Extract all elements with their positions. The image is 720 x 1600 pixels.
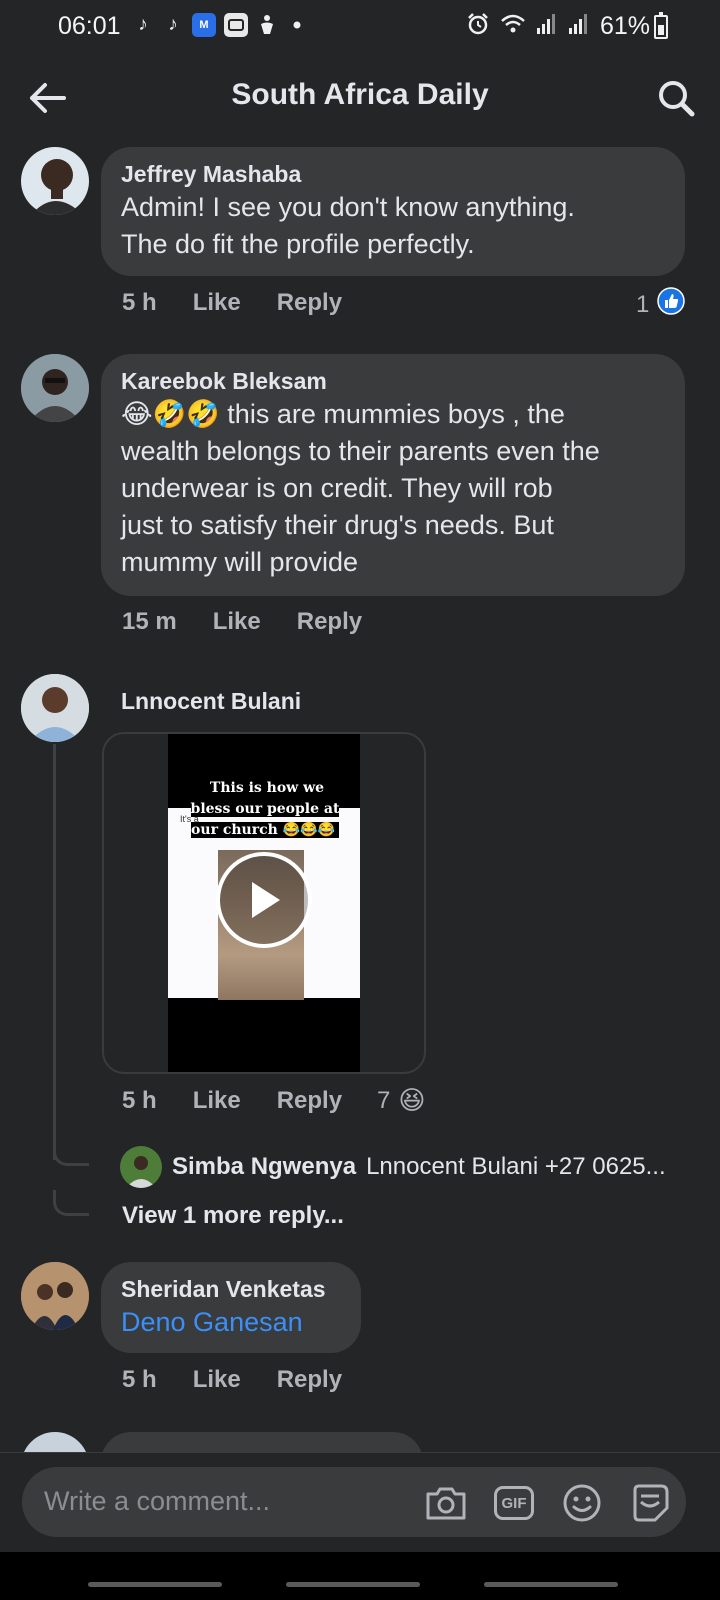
- reply-button[interactable]: Reply: [277, 1366, 342, 1394]
- movies-app-icon: M: [192, 13, 216, 37]
- gallery-icon: [224, 13, 248, 37]
- gif-button[interactable]: GIF: [490, 1479, 538, 1527]
- camera-icon: [426, 1487, 466, 1520]
- like-button[interactable]: Like: [193, 1366, 241, 1394]
- tiktok-icon: ♪: [168, 14, 178, 35]
- system-nav-bar: [0, 1552, 720, 1600]
- video-thumbnail: It's a This is how we bless our people a…: [168, 734, 360, 1072]
- comment-text-line: 😂🤣🤣 this are mummies boys , the: [121, 396, 665, 433]
- view-more-replies-link[interactable]: View 1 more reply...: [122, 1202, 344, 1230]
- thread-line: [53, 744, 56, 1160]
- home-button[interactable]: [286, 1582, 420, 1587]
- comment-bubble: Kareebok Bleksam 😂🤣🤣 this are mummies bo…: [101, 354, 685, 596]
- comment-input[interactable]: Write a comment... GIF: [22, 1467, 686, 1537]
- alarm-icon: [466, 12, 490, 41]
- comment-author[interactable]: Jeffrey Mashaba: [121, 159, 665, 189]
- avatar[interactable]: [21, 147, 89, 215]
- comment-actions: 5 h Like Reply: [122, 289, 342, 317]
- comment-input-placeholder: Write a comment...: [44, 1486, 271, 1516]
- comment-actions: 5 h Like Reply: [122, 1087, 342, 1115]
- comment-time: 5 h: [122, 1087, 157, 1114]
- comment-text: just to satisfy their drug's needs. But: [121, 510, 554, 540]
- comment-bubble: Sheridan Venketas Deno Ganesan: [101, 1262, 361, 1353]
- reply-author[interactable]: Simba Ngwenya: [172, 1153, 356, 1181]
- emoji-icon: [563, 1484, 601, 1522]
- comment-actions: 5 h Like Reply: [122, 1366, 342, 1394]
- haha-reaction-icon: 😆: [398, 1085, 426, 1115]
- reaction-number: 1: [636, 290, 650, 318]
- status-right: 61%: [466, 12, 650, 41]
- sticker-icon: [633, 1484, 669, 1522]
- page-title: South Africa Daily: [231, 78, 489, 111]
- gif-icon: GIF: [494, 1486, 534, 1520]
- recent-apps-button[interactable]: [88, 1582, 222, 1587]
- signal-icon: [568, 13, 590, 40]
- avatar[interactable]: [21, 1262, 89, 1330]
- avatar[interactable]: [120, 1146, 162, 1188]
- app-bar: South Africa Daily: [0, 60, 720, 136]
- video-caption: This is how we bless our people at our c…: [190, 780, 340, 838]
- comment-text: mummy will provide: [121, 547, 359, 577]
- mention-link[interactable]: Deno Ganesan: [121, 1304, 341, 1341]
- wifi-icon: [500, 13, 526, 40]
- accessibility-icon: [256, 12, 278, 38]
- reply-button[interactable]: Reply: [277, 289, 342, 317]
- back-system-button[interactable]: [484, 1582, 618, 1587]
- comment-bubble: [101, 1432, 423, 1452]
- comment-time: 15 m: [122, 608, 177, 635]
- more-notifications-dot-icon: [286, 12, 308, 38]
- search-button[interactable]: [652, 74, 700, 122]
- comment-actions: 15 m Like Reply: [122, 608, 362, 636]
- camera-button[interactable]: [422, 1479, 470, 1527]
- reaction-number: 7: [377, 1086, 391, 1114]
- emoji-button[interactable]: [558, 1479, 606, 1527]
- reply-button[interactable]: Reply: [297, 608, 362, 636]
- comment-text: underwear is on credit. They will rob: [121, 473, 553, 503]
- reply-button[interactable]: Reply: [277, 1087, 342, 1115]
- next-comment-preview: [0, 1430, 720, 1452]
- comment-text: this are mummies boys , the: [219, 399, 565, 429]
- comment-time: 5 h: [122, 289, 157, 316]
- comment-author[interactable]: Sheridan Venketas: [121, 1274, 341, 1304]
- comment-author[interactable]: Lnnocent Bulani: [121, 686, 301, 716]
- battery-icon: [654, 12, 668, 39]
- tiktok-icon: ♪: [138, 14, 148, 35]
- notification-icons: ♪ ♪ M: [132, 12, 308, 38]
- video-attachment[interactable]: It's a This is how we bless our people a…: [102, 732, 426, 1074]
- thread-connector: [53, 1140, 89, 1166]
- comment-composer: Write a comment... GIF: [0, 1452, 720, 1552]
- thread-connector: [53, 1190, 89, 1216]
- play-icon: [252, 882, 280, 918]
- status-time: 06:01: [58, 12, 121, 40]
- comment-text: The do fit the profile perfectly.: [121, 229, 475, 259]
- laughing-emoji: 😂🤣🤣: [121, 399, 220, 429]
- battery-percent: 61%: [599, 12, 650, 40]
- comment-time: 5 h: [122, 1366, 157, 1393]
- comment-author[interactable]: Kareebok Bleksam: [121, 366, 665, 396]
- reaction-count[interactable]: 1: [636, 287, 686, 322]
- like-button[interactable]: Like: [193, 1087, 241, 1115]
- like-reaction-icon: [657, 287, 686, 322]
- search-icon: [659, 81, 695, 117]
- like-button[interactable]: Like: [213, 608, 261, 636]
- avatar[interactable]: [21, 674, 89, 742]
- status-bar: 06:01 ♪ ♪ M 61%: [0, 0, 720, 54]
- like-button[interactable]: Like: [193, 289, 241, 317]
- nested-reply[interactable]: Simba Ngwenya Lnnocent Bulani +27 0625..…: [120, 1146, 710, 1188]
- comment-text: wealth belongs to their parents even the: [121, 436, 600, 466]
- avatar: [21, 1432, 89, 1452]
- reaction-count[interactable]: 7 😆: [377, 1085, 425, 1116]
- signal-icon: [536, 13, 558, 40]
- comment-bubble: Jeffrey Mashaba Admin! I see you don't k…: [101, 147, 685, 276]
- play-button[interactable]: [216, 852, 312, 948]
- reply-text: Lnnocent Bulani +27 0625...: [366, 1153, 666, 1180]
- sticker-button[interactable]: [626, 1479, 674, 1527]
- comment-text: Admin! I see you don't know anything.: [121, 192, 575, 222]
- avatar[interactable]: [21, 354, 89, 422]
